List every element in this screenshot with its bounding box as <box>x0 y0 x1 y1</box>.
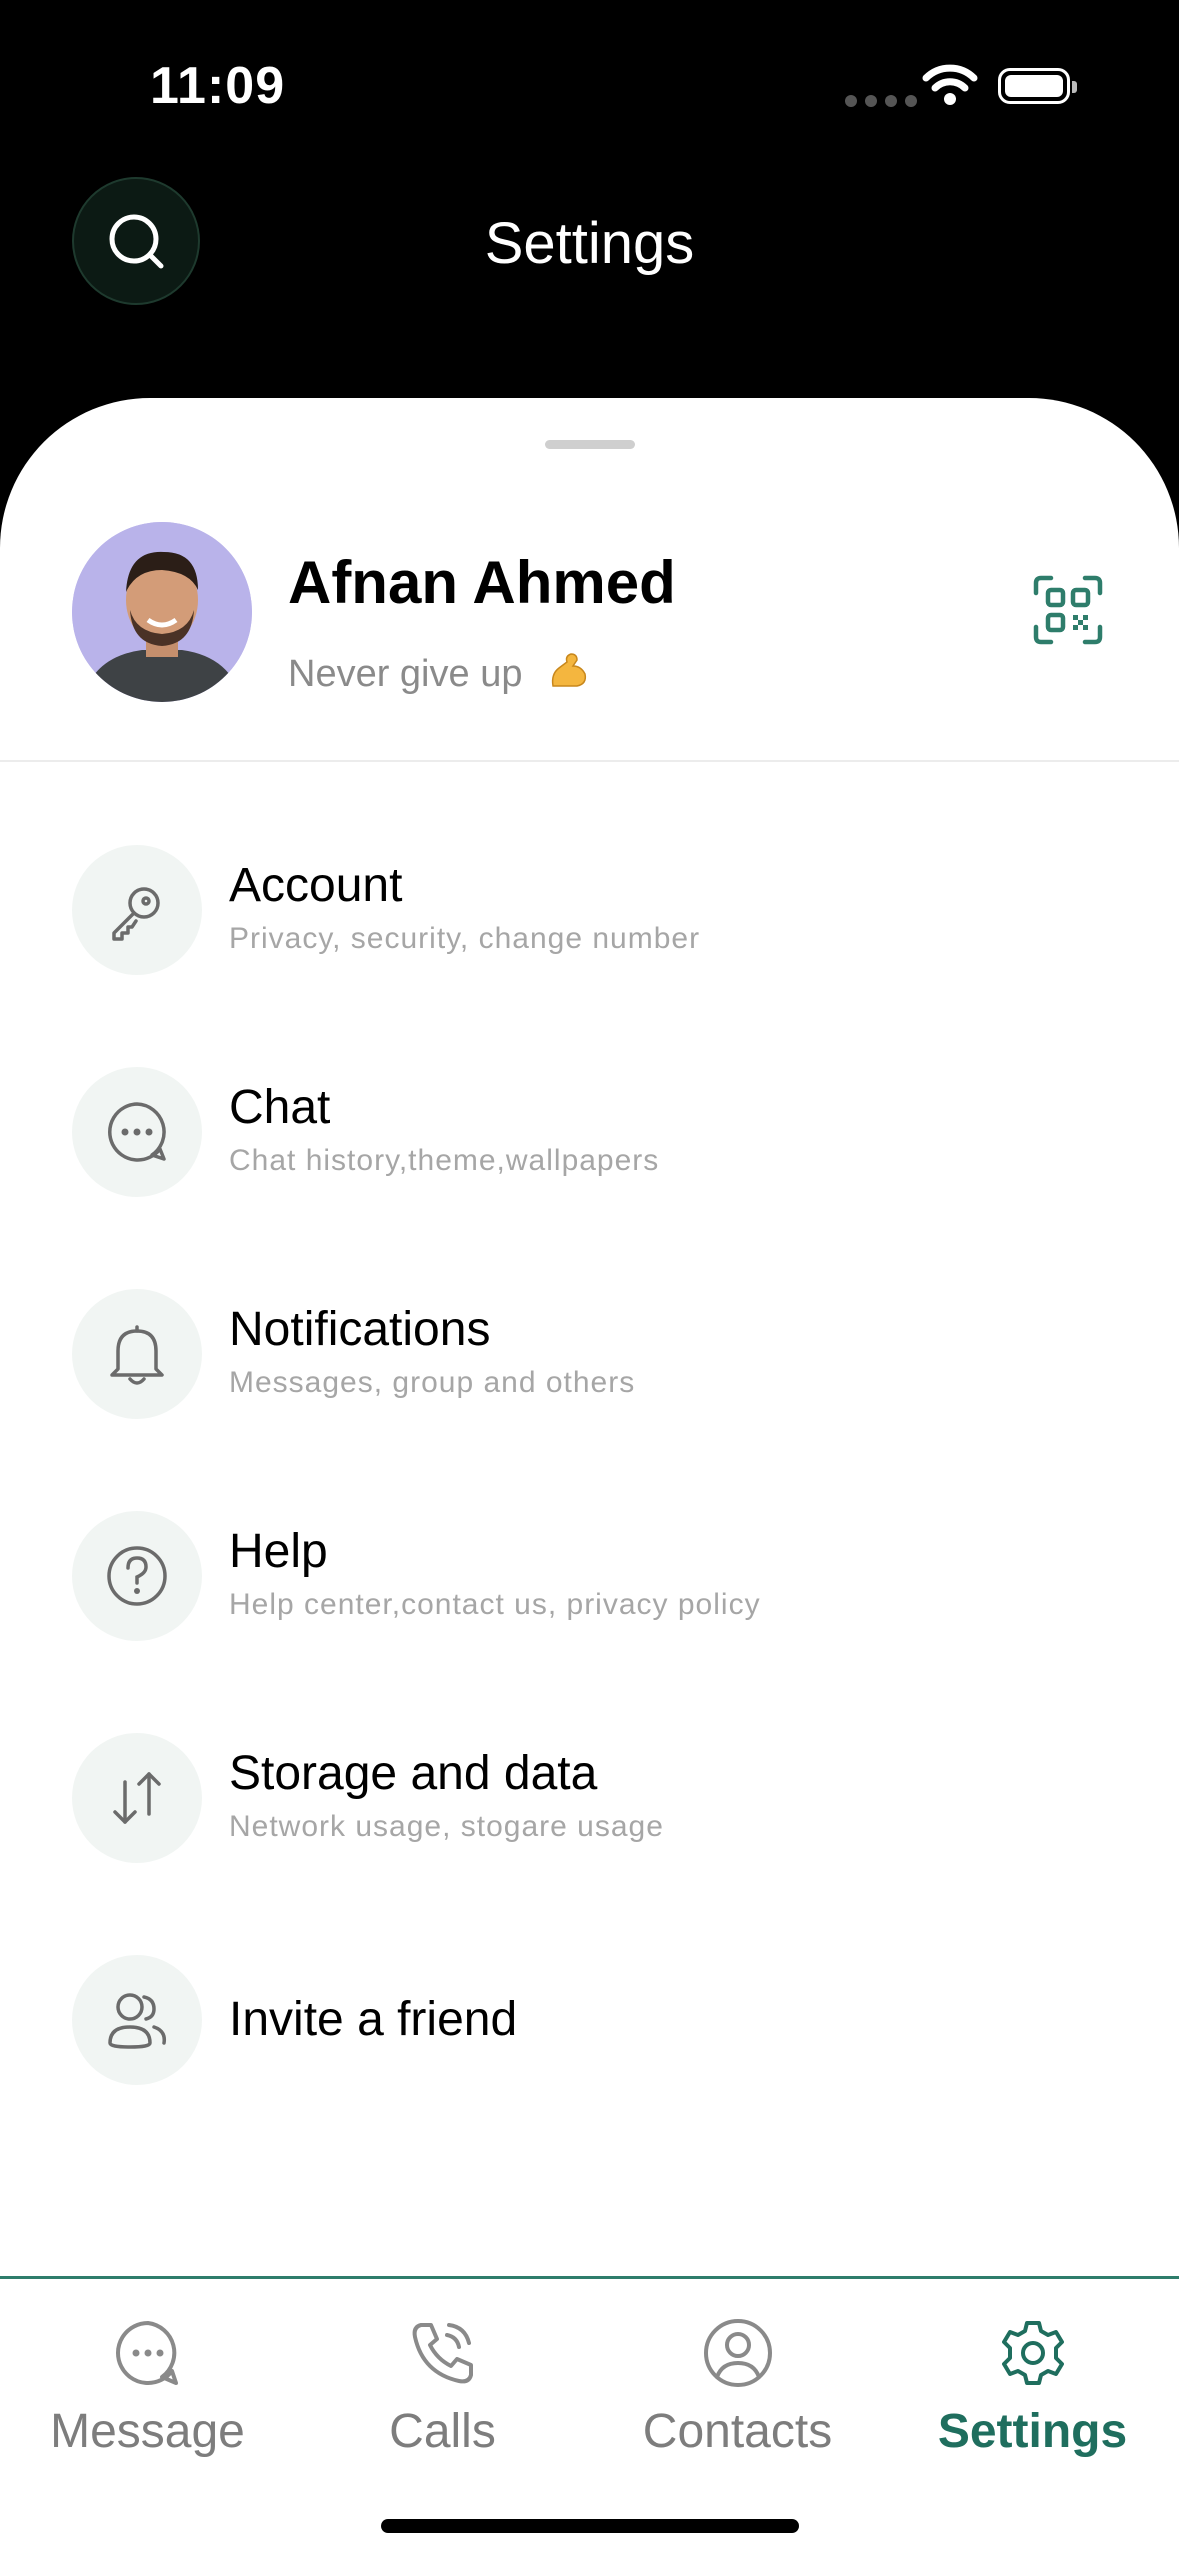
battery-icon <box>998 68 1077 104</box>
flexed-biceps-icon <box>547 648 591 702</box>
menu-item-help[interactable]: Help Help center,contact us, privacy pol… <box>0 1506 1179 1646</box>
header: Settings <box>0 170 1179 400</box>
tab-bar: Message Calls Contacts Settings <box>0 2276 1179 2556</box>
status-bar: 11:09 <box>0 0 1179 170</box>
tab-label: Settings <box>937 2405 1128 2458</box>
chat-bubble-icon <box>72 1067 202 1197</box>
menu-subtitle: Network usage, stogare usage <box>229 1810 664 1843</box>
tab-label: Calls <box>389 2405 496 2458</box>
menu-subtitle: Privacy, security, change number <box>229 922 701 955</box>
key-icon <box>72 845 202 975</box>
status-time: 11:09 <box>150 57 286 115</box>
menu-subtitle: Help center,contact us, privacy policy <box>229 1588 761 1621</box>
transfer-arrows-icon <box>72 1733 202 1863</box>
help-icon <box>72 1511 202 1641</box>
gear-icon <box>1001 2321 1064 2385</box>
profile-status: Never give up <box>288 648 591 702</box>
menu-item-chat[interactable]: Chat Chat history,theme,wallpapers <box>0 1062 1179 1202</box>
settings-sheet: Afnan Ahmed Never give up Account Privac… <box>0 398 1179 2278</box>
users-icon <box>72 1955 202 2085</box>
qr-code-icon <box>1033 575 1103 645</box>
tab-settings[interactable]: Settings <box>885 2279 1179 2479</box>
cellular-signal-icon <box>845 95 917 107</box>
menu-title: Notifications <box>229 1303 491 1356</box>
tab-calls[interactable]: Calls <box>295 2279 590 2479</box>
menu-item-account[interactable]: Account Privacy, security, change number <box>0 840 1179 980</box>
message-icon <box>115 2321 178 2385</box>
bell-icon <box>72 1289 202 1419</box>
tab-contacts[interactable]: Contacts <box>590 2279 885 2479</box>
menu-item-notifications[interactable]: Notifications Messages, group and others <box>0 1284 1179 1424</box>
avatar[interactable] <box>72 522 252 702</box>
menu-subtitle: Messages, group and others <box>229 1366 636 1399</box>
profile-status-text: Never give up <box>288 653 523 695</box>
home-indicator <box>381 2519 799 2533</box>
contact-icon <box>703 2319 772 2387</box>
wifi-icon <box>922 64 978 105</box>
page-title: Settings <box>484 211 695 276</box>
phone-icon <box>412 2323 473 2384</box>
menu-title: Account <box>229 859 403 912</box>
avatar-photo <box>72 522 252 702</box>
menu-title: Storage and data <box>229 1747 598 1800</box>
menu-item-storage[interactable]: Storage and data Network usage, stogare … <box>0 1728 1179 1868</box>
menu-title: Help <box>229 1525 328 1578</box>
tab-message[interactable]: Message <box>0 2279 295 2479</box>
tab-label: Message <box>50 2405 245 2458</box>
tab-label: Contacts <box>642 2405 833 2458</box>
menu-item-invite[interactable]: Invite a friend <box>0 1950 1179 2090</box>
profile-name: Afnan Ahmed <box>288 549 676 616</box>
menu-title: Invite a friend <box>229 1993 518 2046</box>
menu-title: Chat <box>229 1081 331 1134</box>
profile-card[interactable]: Afnan Ahmed Never give up <box>0 398 1179 762</box>
menu-subtitle: Chat history,theme,wallpapers <box>229 1144 660 1177</box>
qr-code-button[interactable] <box>1033 575 1103 645</box>
